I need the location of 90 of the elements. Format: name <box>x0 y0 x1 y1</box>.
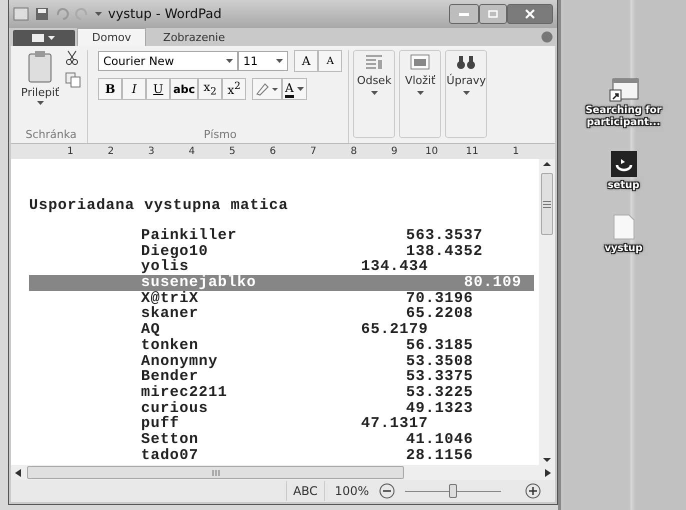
highlighter-icon <box>255 82 280 96</box>
minimize-button[interactable] <box>449 4 479 24</box>
window-title: vystup - WordPad <box>108 6 223 22</box>
close-icon <box>525 9 535 19</box>
text-line: puff 47.1317 <box>140 416 430 432</box>
ruler-number: 11 <box>464 146 478 157</box>
text-line: X@triX 70.3196 <box>140 290 474 306</box>
zoom-in-icon[interactable] <box>525 483 541 499</box>
scroll-right-icon[interactable] <box>545 468 551 476</box>
minimize-icon <box>459 12 469 16</box>
caret-icon <box>276 59 284 63</box>
text-line: Anonymny 53.3508 <box>140 354 474 370</box>
text-line: skaner 65.2208 <box>140 306 474 322</box>
font-color-button[interactable]: A <box>282 78 307 100</box>
format-button[interactable]: x$_{2}$ <box>198 78 222 100</box>
image-icon <box>410 54 430 70</box>
font-name-field[interactable]: Courier New <box>98 51 238 71</box>
text-line: yolis 134.434 <box>140 259 430 276</box>
ruler-number: 6 <box>268 146 276 157</box>
language-indicator: ABC <box>286 481 325 501</box>
text-line: tado07 28.1156 <box>140 448 474 464</box>
ruler-number: 7 <box>309 146 316 157</box>
text-line: mirec2211 53.3225 <box>140 384 474 401</box>
ruler-number: 1 <box>66 146 74 157</box>
zoom-percent: 100% <box>334 484 369 498</box>
ribbon-tab[interactable]: Domov <box>77 28 146 46</box>
document-heading: Usporiadana vystupna matica <box>29 197 290 214</box>
caret-icon <box>36 101 44 105</box>
ruler-number: 5 <box>228 146 236 157</box>
grip-icon <box>212 470 220 476</box>
highlight-button[interactable] <box>252 78 282 100</box>
scroll-left-icon[interactable] <box>15 468 21 476</box>
ribbon-button[interactable]: Úpravy <box>445 50 488 138</box>
grow-font-button[interactable]: A <box>294 50 318 72</box>
format-button[interactable]: U <box>146 78 170 100</box>
group-label: Písmo <box>204 128 237 143</box>
text-line: tonken 56.3185 <box>140 338 474 354</box>
text-line: Bender 53.3375 <box>140 369 474 385</box>
maximize-button[interactable] <box>479 4 507 24</box>
text-line: Painkiller 563.3537 <box>140 228 484 244</box>
caret-icon <box>416 91 424 95</box>
ruler-number: 2 <box>106 146 114 157</box>
format-button[interactable]: I <box>122 78 146 100</box>
shrink-font-button[interactable]: A <box>318 50 342 72</box>
maximize-icon <box>488 10 498 18</box>
ruler-number: 9 <box>390 146 398 157</box>
setup-icon <box>610 151 636 177</box>
close-button[interactable] <box>507 4 553 24</box>
text-line: Setton 41.1046 <box>140 432 474 448</box>
ruler-number: 4 <box>188 146 195 157</box>
caret-icon <box>370 91 378 95</box>
zoom-slider-thumb[interactable] <box>449 484 457 498</box>
menu-icon <box>32 34 56 42</box>
cut-icon[interactable] <box>65 50 80 66</box>
group-label: Schránka <box>26 128 77 143</box>
scroll-down-icon[interactable] <box>543 455 551 465</box>
help-icon[interactable] <box>541 31 553 43</box>
ribbon-tab[interactable]: Zobrazenie <box>148 28 240 46</box>
zoom-out-icon[interactable] <box>379 483 395 499</box>
format-button[interactable]: B <box>98 78 122 100</box>
ruler-number: 1 <box>512 146 519 157</box>
clipboard-icon <box>27 50 54 84</box>
app-menu-button[interactable] <box>13 30 75 46</box>
caret-icon <box>226 59 234 63</box>
binoculars-icon <box>456 54 476 70</box>
scrollbar-thumb[interactable] <box>27 466 404 479</box>
scroll-up-icon[interactable] <box>543 159 551 169</box>
format-button[interactable]: abc <box>170 78 198 100</box>
text-line: curious 49.1323 <box>140 400 474 416</box>
font-size-field[interactable]: 11 <box>238 51 288 71</box>
text-file-icon <box>612 214 634 240</box>
copy-icon[interactable] <box>65 72 82 88</box>
window-shortcut-icon <box>608 78 638 102</box>
grip-icon <box>543 200 551 208</box>
save-icon[interactable] <box>35 7 49 21</box>
caret-icon <box>296 87 304 91</box>
paste-button[interactable]: Prilepiť <box>21 50 60 128</box>
caret-icon <box>95 12 102 16</box>
scrollbar-thumb[interactable] <box>541 173 553 235</box>
format-button[interactable]: x$^{2}$ <box>222 78 246 100</box>
ribbon-button[interactable]: Odsek <box>353 50 396 138</box>
text-line: Diego10 138.4352 <box>140 244 484 260</box>
ruler-number: 3 <box>147 146 154 157</box>
ruler-number: 8 <box>350 146 357 157</box>
wordpad-icon <box>13 7 29 21</box>
text-line: AQ 65.2179 <box>140 322 430 338</box>
caret-icon <box>462 91 470 95</box>
paragraph-icon <box>365 54 384 70</box>
ruler-number: 10 <box>424 146 438 157</box>
ribbon-button[interactable]: Vložiť <box>399 50 442 138</box>
